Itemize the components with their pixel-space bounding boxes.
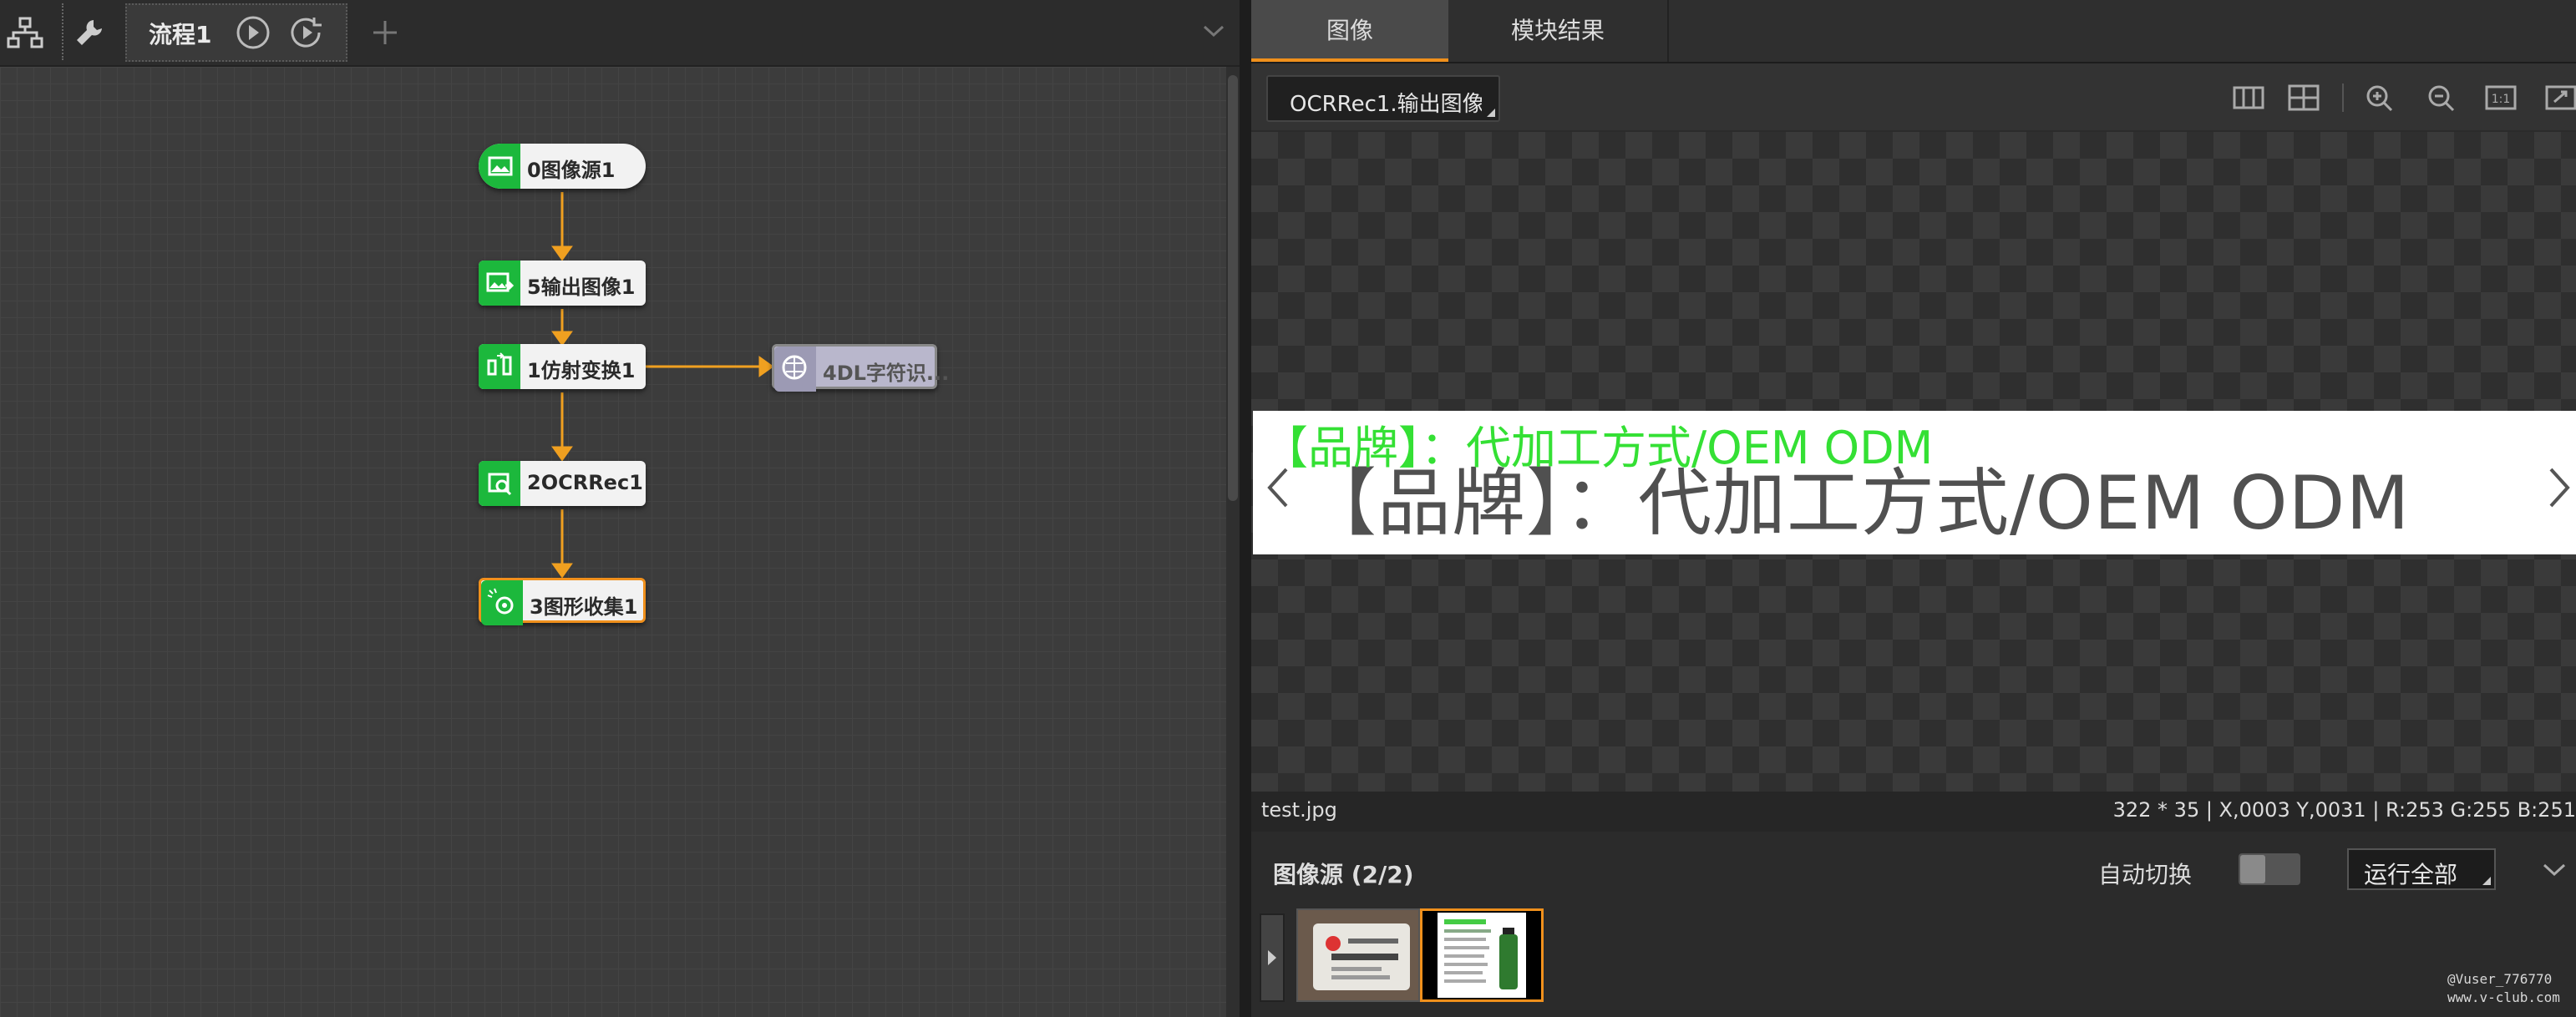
- flow-tree-icon[interactable]: [7, 17, 43, 50]
- flow-node-label: 0图像源1: [527, 159, 616, 182]
- scrollbar-thumb[interactable]: [1228, 75, 1238, 501]
- auto-switch-toggle[interactable]: [2239, 853, 2300, 885]
- thumbnail-card-photo: [1298, 910, 1418, 1000]
- chevron-down-icon[interactable]: [1203, 23, 1225, 38]
- affine-transform-icon: [479, 344, 520, 389]
- flow-node-label: 3图形收集1: [530, 595, 638, 619]
- single-view-icon[interactable]: [2232, 83, 2265, 112]
- panel-splitter[interactable]: [1240, 0, 1251, 1017]
- grid-view-icon[interactable]: [2287, 83, 2320, 112]
- flow-node-output-image[interactable]: 5输出图像1: [479, 261, 646, 306]
- right-tabbar: 图像 模块结果: [1251, 0, 2576, 63]
- image-view-panel: 图像 模块结果 OCRRec1.输出图像 1:1 【品牌】：代加工方式/OEM …: [1251, 0, 2576, 1017]
- fit-window-icon[interactable]: [2544, 83, 2576, 112]
- flow-node-ocr-rec[interactable]: 2OCRRec1: [479, 461, 646, 506]
- flow-connectors: [551, 192, 774, 579]
- dropdown-corner-icon: [2482, 877, 2491, 885]
- flow-node-shape-collect[interactable]: 3图形收集1: [479, 578, 646, 625]
- watermark: @Vuser_776770 www.v-club.com: [2447, 970, 2560, 1007]
- next-image-icon[interactable]: [2543, 463, 2576, 513]
- svg-text:1:1: 1:1: [2492, 93, 2511, 106]
- dropdown-corner-icon: [1487, 109, 1495, 117]
- flow-node-label: 5输出图像1: [527, 276, 636, 299]
- flow-editor-panel: 流程1 0图像源1 5输出图像1 1仿射变换1 4DL字符识... 2OCRRe…: [0, 0, 1240, 1017]
- flow-canvas[interactable]: 0图像源1 5输出图像1 1仿射变换1 4DL字符识... 2OCRRec1 3…: [0, 67, 1226, 1017]
- status-pixel-info: 322 * 35 | X,0003 Y,0031 | R:253 G:255 B…: [2112, 798, 2576, 822]
- image-source-select[interactable]: OCRRec1.输出图像: [1266, 75, 1500, 122]
- thumbnail-strip: [1251, 908, 2576, 1017]
- flow-node-affine-transform[interactable]: 1仿射变换1: [479, 344, 646, 389]
- toggle-knob: [2240, 855, 2265, 883]
- shape-collect-icon: [481, 580, 523, 625]
- image-thumbnail-selected[interactable]: [1420, 908, 1544, 1002]
- previous-image-icon[interactable]: [1261, 463, 1295, 513]
- ocr-result-overlay: 【品牌】：代加工方式/OEM ODM: [1263, 422, 1934, 474]
- flow-canvas-scrollbar[interactable]: [1226, 67, 1240, 1017]
- zoom-in-icon[interactable]: [2364, 83, 2397, 112]
- image-source-title: 图像源 (2/2): [1273, 861, 1414, 888]
- flow-node-label: 4DL字符识...: [823, 362, 950, 385]
- chevron-down-icon[interactable]: [2541, 857, 2568, 882]
- wrench-icon[interactable]: [74, 17, 105, 48]
- flow-tab-label: 流程1: [149, 21, 212, 48]
- image-icon: [479, 144, 520, 189]
- flow-node-label: 2OCRRec1: [527, 471, 643, 494]
- flow-node-dl-recognition[interactable]: 4DL字符识...: [772, 344, 949, 392]
- tab-image[interactable]: 图像: [1251, 0, 1448, 62]
- image-source-bar: 图像源 (2/2) 自动切换 运行全部: [1251, 832, 2576, 908]
- run-all-select[interactable]: 运行全部: [2347, 848, 2496, 890]
- image-output-icon: [479, 261, 520, 306]
- run-once-icon[interactable]: [236, 15, 271, 50]
- viewer-status-bar: test.jpg 322 * 35 | X,0003 Y,0031 | R:25…: [1251, 792, 2576, 832]
- thumbnail-product-photo: [1422, 911, 1541, 999]
- add-flow-icon[interactable]: [371, 18, 399, 47]
- viewer-toolbar: OCRRec1.输出图像 1:1: [1251, 63, 2576, 130]
- ocr-search-icon: [479, 461, 520, 506]
- image-source-select-value: OCRRec1.输出图像: [1290, 92, 1482, 117]
- auto-switch-label: 自动切换: [2098, 861, 2193, 888]
- strip-expand-button[interactable]: [1260, 913, 1285, 1002]
- flow-node-image-source[interactable]: 0图像源1: [479, 144, 646, 189]
- flow-toolbar: 流程1: [0, 0, 1240, 67]
- flow-node-label: 1仿射变换1: [527, 359, 636, 382]
- image-thumbnail[interactable]: [1296, 908, 1420, 1002]
- run-all-label: 运行全部: [2364, 861, 2458, 888]
- status-file-name: test.jpg: [1261, 798, 1337, 822]
- image-viewer-canvas[interactable]: 【品牌】：代加工方式/OEM ODM 【品牌】：代加工方式/OEM ODM: [1251, 132, 2576, 792]
- toolbar-separator: [62, 3, 65, 60]
- watermark-site: www.v-club.com: [2447, 989, 2560, 1005]
- watermark-user: @Vuser_776770: [2447, 971, 2553, 987]
- toolbar-separator: [2342, 83, 2344, 112]
- actual-size-icon[interactable]: 1:1: [2484, 83, 2518, 112]
- dl-recognition-icon: [774, 347, 816, 392]
- run-loop-icon[interactable]: [289, 15, 326, 50]
- zoom-out-icon[interactable]: [2426, 83, 2459, 112]
- tab-module-results[interactable]: 模块结果: [1448, 0, 1669, 62]
